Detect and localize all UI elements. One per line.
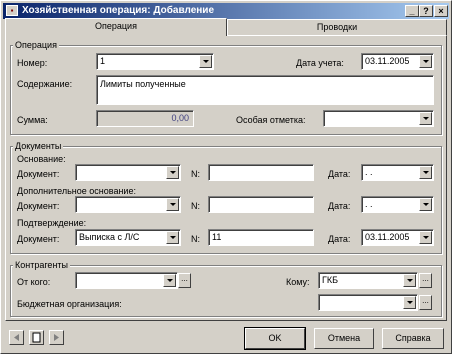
calendar-dropdown-icon[interactable] <box>419 198 432 211</box>
confirmation-date-label: Дата: <box>328 234 351 244</box>
chevron-down-icon[interactable] <box>403 296 416 309</box>
chevron-down-icon[interactable] <box>403 274 416 287</box>
content-label: Содержание: <box>17 79 73 89</box>
additional-document-select[interactable] <box>75 196 181 213</box>
arrow-left-icon[interactable] <box>9 330 24 345</box>
document-icon[interactable] <box>29 330 44 345</box>
confirmation-document-value: Выписка с Л/С <box>79 232 140 242</box>
basis-n-label: N: <box>191 169 200 179</box>
special-mark-select[interactable] <box>323 110 434 127</box>
additional-date-value: . . <box>365 199 373 209</box>
operation-group-title: Операция <box>13 40 59 50</box>
to-select[interactable]: ГКБ <box>318 272 418 289</box>
budget-org-select[interactable] <box>318 294 418 311</box>
basis-date-label: Дата: <box>328 169 351 179</box>
counterparties-group-title: Контрагенты <box>13 260 71 270</box>
tab-operation[interactable]: Операция <box>5 18 227 36</box>
sum-label: Сумма: <box>17 115 48 125</box>
content-textarea[interactable]: Лимиты полученные <box>96 75 434 105</box>
cancel-button[interactable]: Отмена <box>314 328 374 349</box>
chevron-down-icon[interactable] <box>166 198 179 211</box>
from-select[interactable] <box>75 272 178 289</box>
from-browse-button[interactable]: ... <box>178 273 191 288</box>
confirmation-section-label: Подтверждение: <box>17 218 87 228</box>
additional-document-label: Документ: <box>17 201 60 211</box>
window-title: Хозяйственная операция: Добавление <box>22 5 215 16</box>
dialog-window: ▪ Хозяйственная операция: Добавление _ ?… <box>0 0 452 354</box>
basis-date-field[interactable]: . . <box>361 164 434 181</box>
budget-org-browse-button[interactable]: ... <box>419 295 432 310</box>
calendar-dropdown-icon[interactable] <box>419 55 432 68</box>
accounting-date-value: 03.11.2005 <box>365 56 410 66</box>
calendar-dropdown-icon[interactable] <box>419 231 432 244</box>
confirmation-n-label: N: <box>191 234 200 244</box>
help-title-button[interactable]: ? <box>419 5 433 17</box>
app-icon: ▪ <box>6 5 18 16</box>
special-mark-label: Особая отметка: <box>236 115 306 125</box>
confirmation-document-select[interactable]: Выписка с Л/С <box>75 229 181 246</box>
additional-section-label: Дополнительное основание: <box>17 186 136 196</box>
confirmation-date-value: 03.11.2005 <box>365 232 410 242</box>
to-browse-button[interactable]: ... <box>419 273 432 288</box>
chevron-down-icon[interactable] <box>166 166 179 179</box>
calendar-dropdown-icon[interactable] <box>419 166 432 179</box>
basis-number-input[interactable] <box>208 164 314 181</box>
documents-group-title: Документы <box>13 141 64 151</box>
basis-section-label: Основание: <box>17 154 66 164</box>
additional-number-input[interactable] <box>208 196 314 213</box>
chevron-down-icon[interactable] <box>163 274 176 287</box>
help-button[interactable]: Справка <box>382 328 444 349</box>
basis-document-select[interactable] <box>75 164 181 181</box>
number-label: Номер: <box>17 58 48 68</box>
to-label: Кому: <box>286 277 310 287</box>
chevron-down-icon[interactable] <box>419 112 432 125</box>
basis-date-value: . . <box>365 167 373 177</box>
number-select[interactable]: 1 <box>96 53 214 70</box>
additional-n-label: N: <box>191 201 200 211</box>
budget-org-label: Бюджетная организация: <box>17 299 122 309</box>
tab-postings[interactable]: Проводки <box>227 19 447 36</box>
basis-document-label: Документ: <box>17 169 60 179</box>
number-value: 1 <box>100 56 106 66</box>
to-value: ГКБ <box>322 275 339 285</box>
confirmation-document-label: Документ: <box>17 234 60 244</box>
minimize-button[interactable]: _ <box>405 5 419 17</box>
date-label: Дата учета: <box>296 58 344 68</box>
sum-field: 0,00 <box>96 110 194 127</box>
additional-date-field[interactable]: . . <box>361 196 434 213</box>
confirmation-number-input[interactable]: 11 <box>208 229 314 246</box>
accounting-date-field[interactable]: 03.11.2005 <box>361 53 434 70</box>
close-button[interactable]: × <box>434 5 448 17</box>
additional-date-label: Дата: <box>328 201 351 211</box>
chevron-down-icon[interactable] <box>199 55 212 68</box>
arrow-right-icon[interactable] <box>49 330 64 345</box>
from-label: От кого: <box>17 277 51 287</box>
title-bar[interactable]: ▪ Хозяйственная операция: Добавление _ ?… <box>3 3 449 19</box>
ok-button[interactable]: OK <box>244 327 306 350</box>
confirmation-date-field[interactable]: 03.11.2005 <box>361 229 434 246</box>
chevron-down-icon[interactable] <box>166 231 179 244</box>
